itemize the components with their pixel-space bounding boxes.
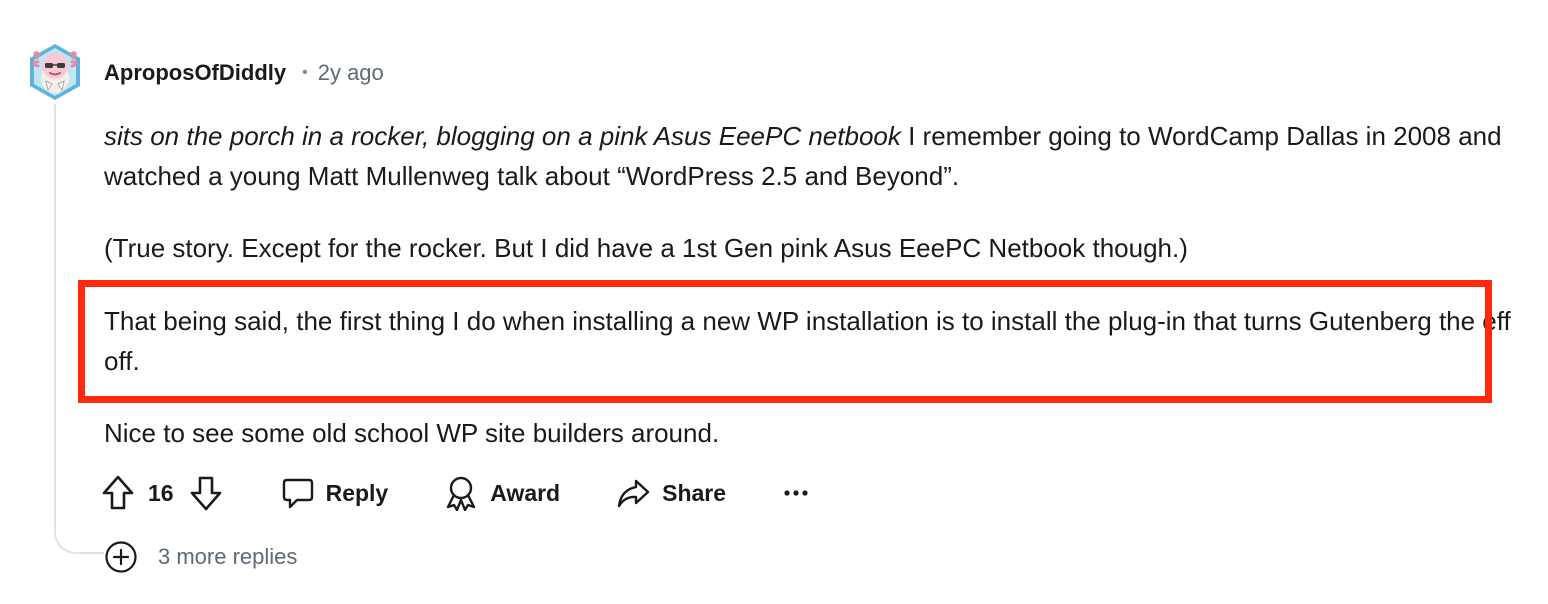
ellipsis-icon — [784, 488, 808, 498]
more-replies-link[interactable]: 3 more replies — [104, 540, 298, 574]
share-button[interactable]: Share — [616, 476, 726, 510]
reply-button[interactable]: Reply — [282, 476, 389, 510]
comment-paragraph-4: Nice to see some old school WP site buil… — [104, 418, 720, 448]
timestamp[interactable]: 2y ago — [318, 60, 384, 86]
award-button[interactable]: Award — [444, 475, 560, 511]
avatar[interactable] — [24, 40, 86, 102]
vote-group: 16 — [100, 473, 224, 513]
comment-paragraph-1: sits on the porch in a rocker, blogging … — [104, 116, 1514, 196]
share-label: Share — [662, 479, 727, 506]
downvote-arrow-icon[interactable] — [188, 473, 224, 513]
separator-dot: • — [302, 64, 308, 81]
comment-header: AproposOfDiddly • 2y ago — [104, 58, 384, 88]
award-label: Award — [490, 479, 561, 506]
award-ribbon-icon — [444, 475, 478, 511]
comment-paragraph-2: (True story. Except for the rocker. But … — [104, 233, 1188, 263]
upvote-arrow-icon[interactable] — [100, 473, 136, 513]
highlight-box — [78, 280, 1492, 403]
axolotl-avatar-icon — [30, 44, 80, 100]
italic-quote: sits on the porch in a rocker, blogging … — [104, 121, 901, 151]
action-bar: 16 Reply Award Share — [100, 470, 808, 516]
reply-label: Reply — [325, 479, 389, 506]
speech-bubble-icon — [282, 476, 314, 510]
username[interactable]: AproposOfDiddly — [104, 60, 286, 86]
comment: AproposOfDiddly • 2y ago sits on the por… — [0, 0, 1548, 604]
plus-circle-icon — [104, 540, 138, 574]
more-options-button[interactable] — [784, 488, 808, 498]
share-arrow-icon — [616, 476, 650, 510]
more-replies-label: 3 more replies — [158, 544, 298, 569]
vote-count: 16 — [148, 479, 174, 506]
